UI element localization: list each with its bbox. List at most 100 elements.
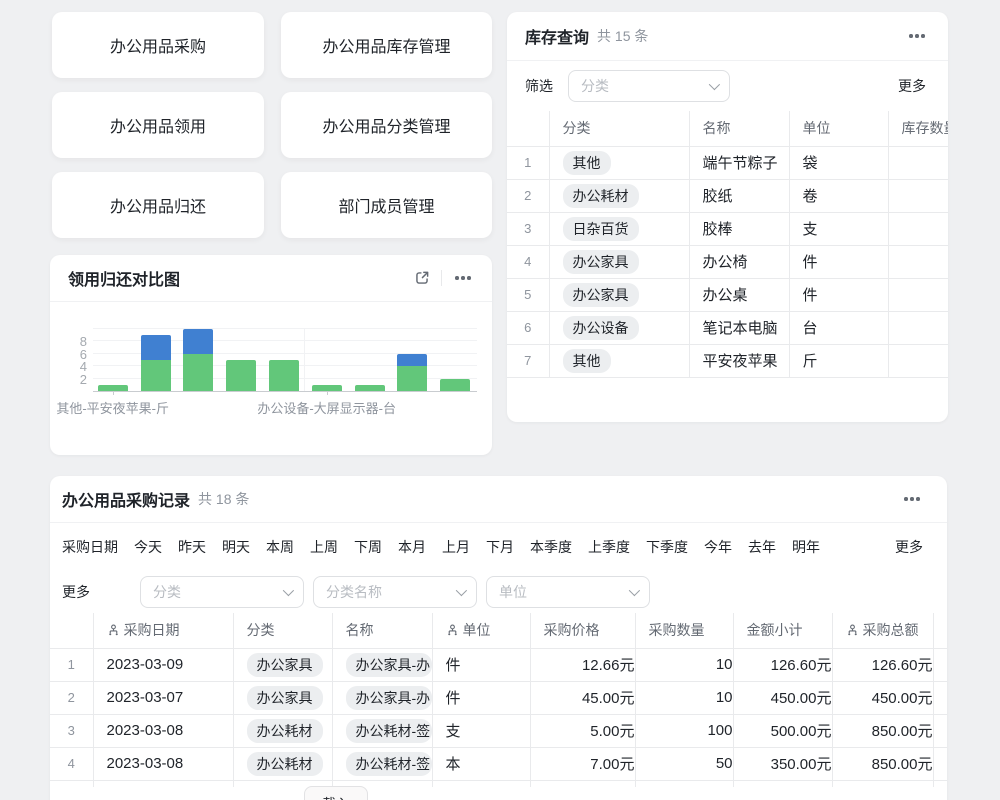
more-date-filters-link[interactable]: 更多 — [895, 537, 923, 557]
inventory-row[interactable]: 1 其他 端午节粽子 袋 — [507, 146, 948, 179]
filter-dropdown[interactable]: 分类名称 — [313, 576, 477, 608]
date-filter-option[interactable]: 去年 — [748, 537, 776, 557]
date-filter-option[interactable]: 昨天 — [178, 537, 206, 557]
date-filter-option[interactable]: 明年 — [792, 537, 820, 557]
more-menu-icon[interactable] — [901, 488, 923, 510]
vertical-gridline — [304, 329, 305, 391]
category-cell: 办公设备 — [549, 311, 689, 344]
col-header-unit: 单位 — [789, 111, 888, 146]
col-header-qty: 采购数量 — [635, 613, 733, 648]
date-filter-option[interactable]: 今年 — [704, 537, 732, 557]
col-header-total: 采购总额 — [832, 613, 933, 648]
expand-export-icon[interactable] — [413, 269, 431, 287]
nav-button[interactable]: 办公用品采购 — [52, 12, 264, 78]
date-filter-option[interactable]: 上月 — [442, 537, 470, 557]
filter-dropdown[interactable]: 分类 — [140, 576, 304, 608]
inventory-card: 库存查询 共 15 条 筛选 分类 更多 分类 名称 单位 库存数量 — [507, 12, 948, 422]
inventory-row[interactable]: 5 办公家具 办公桌 件 — [507, 278, 948, 311]
more-filters-link[interactable]: 更多 — [898, 76, 926, 96]
inventory-row[interactable]: 4 办公家具 办公椅 件 — [507, 245, 948, 278]
load-button[interactable]: 载入 — [304, 786, 368, 800]
inventory-filter-bar: 筛选 分类 更多 — [507, 61, 948, 111]
name-tag: 办公耗材-签 — [346, 719, 432, 743]
more-menu-icon[interactable] — [452, 267, 474, 289]
col-header-price: 采购价格 — [530, 613, 635, 648]
date-filter-option[interactable]: 下周 — [354, 537, 382, 557]
nav-button[interactable]: 办公用品分类管理 — [281, 92, 492, 158]
category-cell: 其他 — [549, 344, 689, 377]
nav-button[interactable]: 部门成员管理 — [281, 172, 492, 238]
inventory-title: 库存查询 — [525, 24, 589, 48]
inventory-card-header: 库存查询 共 15 条 — [507, 12, 948, 61]
nav-button[interactable]: 办公用品领用 — [52, 92, 264, 158]
name-tag: 办公家具-办 — [346, 653, 432, 677]
total-cell: 450.00元 — [832, 681, 933, 714]
more-menu-icon[interactable] — [906, 25, 928, 47]
date-filter-option[interactable]: 本月 — [398, 537, 426, 557]
ellipsis-glyph — [915, 34, 919, 38]
row-index: 2 — [507, 179, 549, 212]
lookup-icon — [107, 624, 120, 637]
category-tag: 办公耗材 — [247, 752, 323, 776]
subtotal-cell: 350.00元 — [733, 747, 832, 780]
date-cell: 2023-03-09 — [93, 648, 233, 681]
date-filter-option[interactable]: 今天 — [134, 537, 162, 557]
filter-label: 筛选 — [525, 76, 553, 96]
nav-button[interactable]: 办公用品归还 — [52, 172, 264, 238]
date-cell: 2023-03-08 — [93, 714, 233, 747]
qty-cell: 10 — [635, 648, 733, 681]
name-cell: 平安夜苹果 — [689, 344, 789, 377]
row-index: 1 — [50, 648, 93, 681]
category-tag: 办公家具 — [247, 653, 323, 677]
price-cell: 7.00元 — [530, 747, 635, 780]
inventory-row[interactable]: 3 日杂百货 胶棒 支 — [507, 212, 948, 245]
date-filter-option[interactable]: 上周 — [310, 537, 338, 557]
bar-segment-领用 — [226, 360, 256, 391]
filter-dropdown[interactable]: 单位 — [486, 576, 650, 608]
total-cell: 850.00元 — [832, 747, 933, 780]
qty-cell: 100 — [635, 714, 733, 747]
purchase-row[interactable]: 3 2023-03-08 办公耗材 办公耗材-签 支 5.00元 100 500… — [50, 714, 947, 747]
purchase-title: 办公用品采购记录 — [62, 487, 190, 511]
dropdown-placeholder: 单位 — [499, 582, 527, 602]
date-filter-option[interactable]: 本周 — [266, 537, 294, 557]
bar-segment-归还 — [141, 335, 171, 360]
date-filter-option[interactable]: 上季度 — [588, 537, 630, 557]
date-filter-bar: 采购日期 今天 昨天 明天 本周 上周 下周 本月 上月 — [50, 523, 947, 571]
inventory-row[interactable]: 2 办公耗材 胶纸 卷 — [507, 179, 948, 212]
date-filter-option[interactable]: 本季度 — [530, 537, 572, 557]
total-cell: 850.00元 — [832, 714, 933, 747]
total-cell: 126.60元 — [832, 648, 933, 681]
col-header-total-label: 采购总额 — [863, 622, 919, 638]
nav-button[interactable]: 办公用品库存管理 — [281, 12, 492, 78]
unit-cell: 支 — [432, 714, 530, 747]
date-filter-option[interactable]: 明天 — [222, 537, 250, 557]
col-header-stock: 库存数量 — [888, 111, 948, 146]
category-filter-dropdown[interactable]: 分类 — [568, 70, 730, 102]
col-header-subtotal: 金额小计 — [733, 613, 832, 648]
date-filter-option[interactable]: 下季度 — [646, 537, 688, 557]
purchase-header-row: 采购日期 分类 名称 单位 采购价格 采购数量 金额小计 采购总额 — [50, 613, 947, 648]
name-cell: 办公家具-办 — [332, 648, 432, 681]
y-axis-tick-label: 8 — [61, 334, 87, 349]
extra-cell — [933, 681, 947, 714]
inventory-row[interactable]: 6 办公设备 笔记本电脑 台 — [507, 311, 948, 344]
lookup-icon — [846, 624, 859, 637]
purchase-card-header: 办公用品采购记录 共 18 条 — [50, 476, 947, 523]
unit-cell: 卷 — [789, 179, 888, 212]
bar-segment-归还 — [397, 354, 427, 366]
inventory-row[interactable]: 7 其他 平安夜苹果 斤 — [507, 344, 948, 377]
category-tag: 其他 — [563, 349, 611, 373]
category-cell: 办公耗材 — [549, 179, 689, 212]
bar-segment-领用 — [440, 379, 470, 391]
category-tag: 办公家具 — [563, 250, 639, 274]
purchase-row[interactable]: 4 2023-03-08 办公耗材 办公耗材-签 本 7.00元 50 350.… — [50, 747, 947, 780]
purchase-row[interactable]: 1 2023-03-09 办公家具 办公家具-办 件 12.66元 10 126… — [50, 648, 947, 681]
purchase-row[interactable]: 2 2023-03-07 办公家具 办公家具-办 件 45.00元 10 450… — [50, 681, 947, 714]
subtotal-cell: 450.00元 — [733, 681, 832, 714]
row-index: 3 — [507, 212, 549, 245]
bar-segment-领用 — [183, 354, 213, 391]
date-filter-option[interactable]: 下月 — [486, 537, 514, 557]
chart-card: 领用归还对比图 2468其他-平安夜苹果-斤办公设备-大屏显示器-台 — [50, 255, 492, 455]
row-index: 5 — [507, 278, 549, 311]
